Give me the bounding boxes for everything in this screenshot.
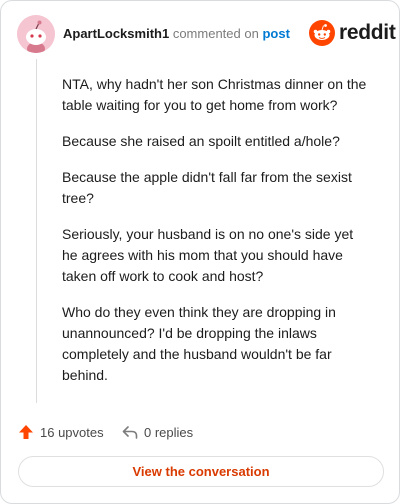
post-link[interactable]: post xyxy=(262,26,289,41)
action-text: commented on xyxy=(172,26,259,41)
comment-paragraph: Who do they even think they are dropping… xyxy=(62,304,336,383)
comment-paragraph: Seriously, your husband is on no one's s… xyxy=(62,226,354,284)
reddit-wordmark: reddit xyxy=(339,21,396,44)
reply-button[interactable]: 0 replies xyxy=(122,421,193,443)
replies-count: 0 replies xyxy=(144,424,194,440)
comment-paragraph: Because the apple didn't fall far from t… xyxy=(62,169,352,206)
view-conversation-button[interactable]: View the conversation xyxy=(18,456,384,487)
comment-paragraph: Because she raised an spoilt entitled a/… xyxy=(62,133,340,149)
comment-body: NTA, why hadn't her son Christmas dinner… xyxy=(62,74,368,401)
upvote-button[interactable]: 16 upvotes xyxy=(18,421,104,443)
user-avatar[interactable] xyxy=(17,15,55,53)
snoo-avatar-icon xyxy=(17,15,55,53)
reddit-logo-icon xyxy=(309,20,335,46)
comment-header: ApartLocksmith1 commented on post reddit xyxy=(17,15,396,55)
upvotes-count: 16 upvotes xyxy=(40,424,104,440)
comment-meta: ApartLocksmith1 commented on post xyxy=(63,26,290,42)
username[interactable]: ApartLocksmith1 xyxy=(63,26,169,41)
comment-card: ApartLocksmith1 commented on post reddit… xyxy=(0,0,400,504)
thread-line xyxy=(36,59,37,403)
comment-actions: 16 upvotes 0 replies xyxy=(18,421,278,443)
upvote-arrow-icon xyxy=(19,425,33,439)
reply-icon xyxy=(122,426,138,439)
comment-paragraph: NTA, why hadn't her son Christmas dinner… xyxy=(62,76,367,113)
reddit-brand[interactable]: reddit xyxy=(309,19,396,47)
